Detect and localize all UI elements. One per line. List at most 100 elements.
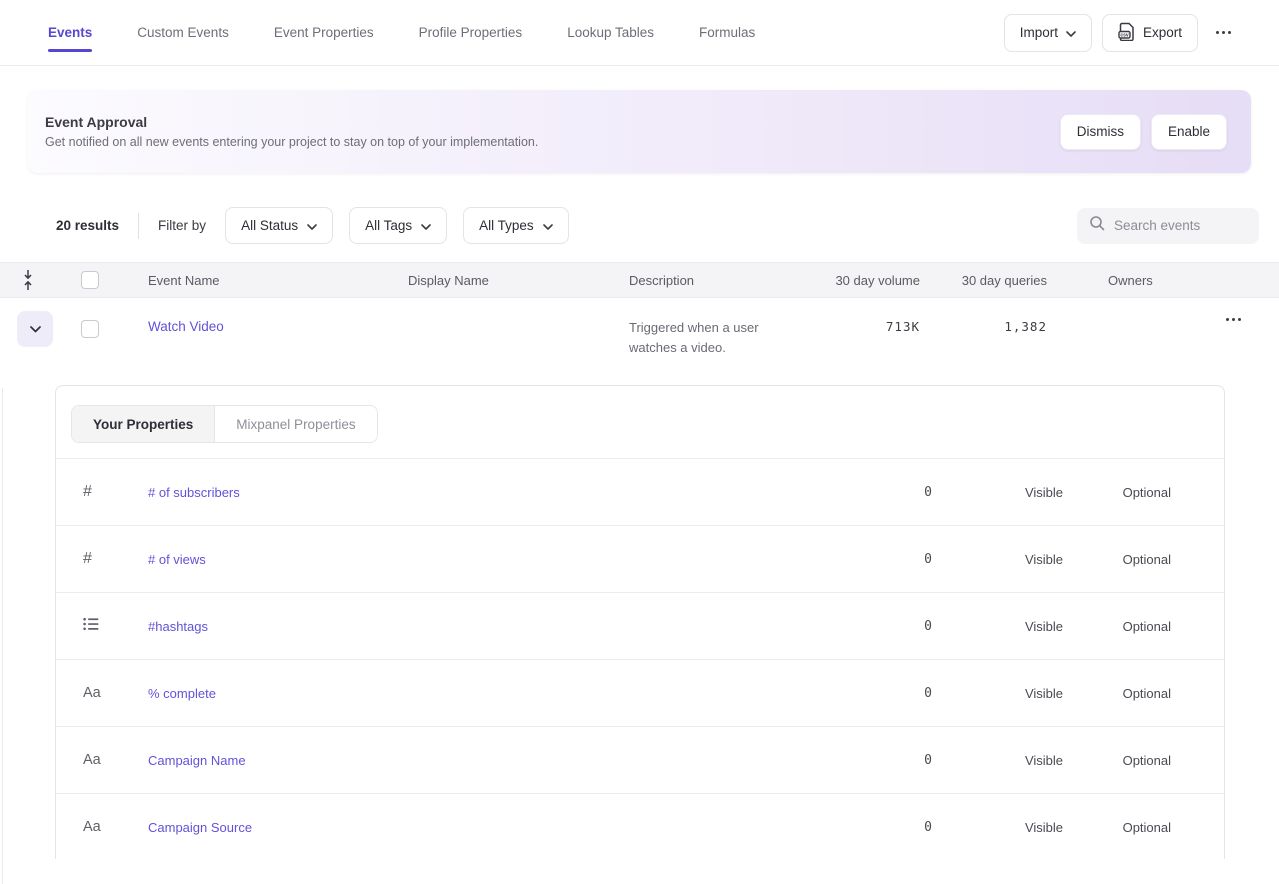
- filter-dropdowns: All Status All Tags All Types: [225, 207, 569, 244]
- filter-dropdown-label: All Status: [241, 218, 298, 233]
- description-cell: Triggered when a user watches a video.: [629, 298, 807, 358]
- results-count: 20 results: [56, 218, 119, 233]
- property-name-link[interactable]: Campaign Source: [148, 820, 832, 835]
- nav-tab-label: Formulas: [699, 25, 755, 40]
- banner-description: Get notified on all new events entering …: [45, 135, 538, 149]
- property-name-link[interactable]: Campaign Name: [148, 753, 832, 768]
- more-icon: [1226, 318, 1229, 321]
- nav-actions: Import csv Export: [1004, 14, 1239, 52]
- chevron-down-icon: [421, 218, 431, 233]
- collapse-row-button[interactable]: [17, 311, 53, 347]
- property-visibility: Visible: [932, 820, 1063, 835]
- properties-tab-label: Your Properties: [93, 417, 193, 432]
- enable-button[interactable]: Enable: [1151, 114, 1227, 150]
- property-row: # Aa # of subscribers 0 Visible Optional: [56, 459, 1224, 526]
- nav-tab[interactable]: Profile Properties: [419, 25, 523, 40]
- collapse-all-button[interactable]: [0, 269, 56, 291]
- nav-tab[interactable]: Lookup Tables: [567, 25, 654, 40]
- svg-text:csv: csv: [1120, 32, 1129, 38]
- display-name-cell: [408, 298, 586, 318]
- import-button[interactable]: Import: [1004, 14, 1092, 52]
- property-requirement: Optional: [1063, 485, 1171, 500]
- properties-tab[interactable]: Your Properties: [72, 406, 215, 442]
- property-sample-count: 0: [832, 753, 932, 768]
- properties-list: # Aa # of subscribers 0 Visible Optional…: [56, 459, 1224, 859]
- number-type-icon: #: [83, 550, 92, 568]
- row-more-button[interactable]: [1218, 318, 1249, 321]
- property-visibility: Visible: [932, 686, 1063, 701]
- property-row: # Aa # of views 0 Visible Optional: [56, 526, 1224, 593]
- properties-tab-label: Mixpanel Properties: [236, 417, 355, 432]
- row-checkbox[interactable]: [81, 320, 99, 338]
- number-type-icon: #: [83, 483, 92, 501]
- chevron-down-icon: [307, 218, 317, 233]
- property-name-link[interactable]: % complete: [148, 686, 832, 701]
- dismiss-button[interactable]: Dismiss: [1060, 114, 1141, 150]
- text-type-icon: Aa: [83, 819, 101, 835]
- filter-dropdown[interactable]: All Status: [225, 207, 333, 244]
- property-name-link[interactable]: # of subscribers: [148, 485, 832, 500]
- csv-file-icon: csv: [1118, 22, 1135, 44]
- more-icon: [1216, 31, 1219, 34]
- nav-tab[interactable]: Event Properties: [274, 25, 374, 40]
- banner-actions: Dismiss Enable: [1060, 114, 1227, 150]
- import-button-label: Import: [1020, 25, 1058, 40]
- text-type-icon: Aa: [83, 685, 101, 701]
- select-all-checkbox[interactable]: [81, 271, 99, 289]
- property-requirement: Optional: [1063, 619, 1171, 634]
- column-header-event-name[interactable]: Event Name: [148, 273, 408, 288]
- top-navigation: Events Custom Events Event Properties Pr…: [0, 0, 1279, 66]
- property-name-link[interactable]: #hashtags: [148, 619, 832, 634]
- banner-text: Event Approval Get notified on all new e…: [45, 114, 538, 149]
- column-header-30-day-volume[interactable]: 30 day volume: [820, 273, 920, 288]
- search-box[interactable]: [1077, 208, 1259, 244]
- export-button[interactable]: csv Export: [1102, 14, 1198, 52]
- event-row-watch-video: Watch Video Triggered when a user watche…: [0, 298, 1279, 363]
- filter-dropdown[interactable]: All Tags: [349, 207, 447, 244]
- property-visibility: Visible: [932, 753, 1063, 768]
- column-header-description[interactable]: Description: [629, 273, 820, 288]
- event-approval-banner: Event Approval Get notified on all new e…: [28, 90, 1251, 173]
- property-row: # Aa Campaign Name 0 Visible Optional: [56, 727, 1224, 794]
- expanded-properties-area: Your Properties Mixpanel Properties # Aa…: [0, 363, 1279, 859]
- property-sample-count: 0: [832, 820, 932, 835]
- filter-toolbar: 20 results Filter by All Status All Tags…: [56, 207, 1259, 244]
- filter-dropdown-label: All Tags: [365, 218, 412, 233]
- property-sample-count: 0: [832, 485, 932, 500]
- expanded-row-indicator-line: [2, 388, 3, 884]
- property-sample-count: 0: [832, 619, 932, 634]
- property-requirement: Optional: [1063, 686, 1171, 701]
- nav-tab[interactable]: Events: [48, 25, 92, 40]
- column-header-display-name[interactable]: Display Name: [408, 273, 629, 288]
- nav-tab-label: Custom Events: [137, 25, 229, 40]
- search-icon: [1089, 215, 1105, 236]
- chevron-down-icon: [30, 326, 41, 333]
- nav-tab-label: Lookup Tables: [567, 25, 654, 40]
- filter-by-label: Filter by: [158, 218, 206, 233]
- nav-tabs: Events Custom Events Event Properties Pr…: [48, 25, 755, 40]
- filter-dropdown-label: All Types: [479, 218, 534, 233]
- more-options-button[interactable]: [1208, 14, 1239, 52]
- search-input[interactable]: [1114, 218, 1244, 233]
- property-requirement: Optional: [1063, 820, 1171, 835]
- property-sample-count: 0: [832, 552, 932, 567]
- column-header-30-day-queries[interactable]: 30 day queries: [920, 273, 1047, 288]
- property-visibility: Visible: [932, 619, 1063, 634]
- column-header-owners[interactable]: Owners: [1047, 273, 1187, 288]
- text-type-icon: Aa: [83, 752, 101, 768]
- nav-tab[interactable]: Formulas: [699, 25, 755, 40]
- collapse-rows-icon: [22, 269, 34, 291]
- export-button-label: Export: [1143, 25, 1182, 40]
- property-name-link[interactable]: # of views: [148, 552, 832, 567]
- nav-tab[interactable]: Custom Events: [137, 25, 229, 40]
- chevron-down-icon: [1066, 25, 1076, 40]
- chevron-down-icon: [543, 218, 553, 233]
- banner-title: Event Approval: [45, 114, 538, 130]
- filter-dropdown[interactable]: All Types: [463, 207, 569, 244]
- events-table-header: Event Name Display Name Description 30 d…: [0, 262, 1279, 298]
- property-requirement: Optional: [1063, 552, 1171, 567]
- property-row: # Aa % complete 0 Visible Optional: [56, 660, 1224, 727]
- event-name-link[interactable]: Watch Video: [148, 298, 408, 334]
- nav-tab-label: Profile Properties: [419, 25, 523, 40]
- properties-tab[interactable]: Mixpanel Properties: [215, 406, 376, 442]
